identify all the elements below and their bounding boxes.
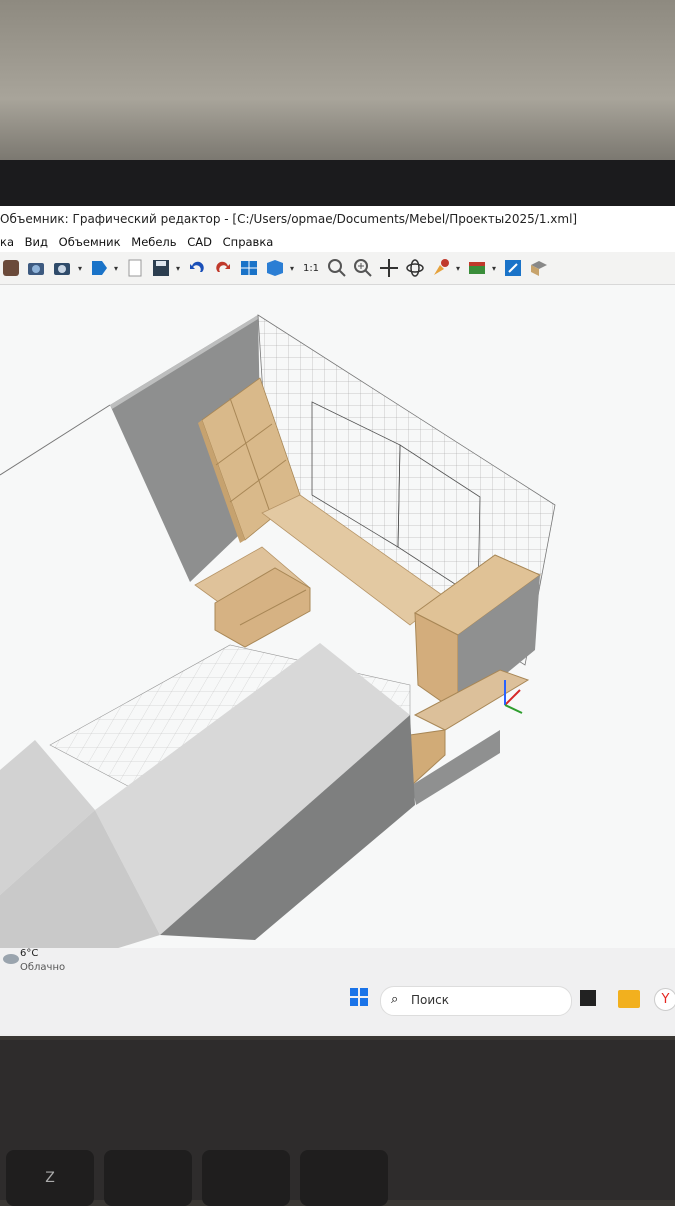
weather-temperature: 6°C [20, 948, 39, 959]
camera-icon[interactable] [26, 257, 48, 279]
menu-item-volume[interactable]: Объемник [59, 235, 121, 249]
terminal-icon[interactable] [580, 990, 596, 1006]
paint-icon[interactable] [430, 257, 452, 279]
menu-item-help[interactable]: Справка [223, 235, 274, 249]
menu-item-file[interactable]: ка [0, 235, 14, 249]
ruler-icon[interactable] [466, 257, 488, 279]
view-grid-icon[interactable] [238, 257, 260, 279]
keyboard-key [104, 1150, 192, 1206]
scene-svg [0, 314, 556, 985]
window-title: Объемник: Графический редактор - [C:/Use… [0, 206, 675, 232]
windows-start-icon[interactable] [348, 986, 370, 1008]
keyboard-row: Z [0, 1150, 675, 1206]
zoom-icon[interactable] [326, 257, 348, 279]
keyboard-key: Z [6, 1150, 94, 1206]
library-icon[interactable] [528, 257, 550, 279]
chevron-down-icon[interactable]: ▾ [176, 264, 182, 273]
chevron-down-icon[interactable]: ▾ [290, 264, 296, 273]
cube-icon[interactable] [0, 257, 22, 279]
chevron-down-icon[interactable]: ▾ [456, 264, 462, 273]
menu-item-cad[interactable]: CAD [187, 235, 212, 249]
chevron-down-icon[interactable]: ▾ [78, 264, 84, 273]
save-icon[interactable] [150, 257, 172, 279]
chevron-down-icon[interactable]: ▾ [492, 264, 498, 273]
search-placeholder: Поиск [411, 993, 450, 1007]
menu-bar: ка Вид Объемник Мебель CAD Справка [0, 232, 675, 252]
main-toolbar: ▾ ▾ ▾ ▾ 1:1 ▾ ▾ [0, 252, 675, 285]
background-room [0, 0, 675, 180]
folder-icon[interactable] [618, 990, 640, 1008]
keyboard-key [202, 1150, 290, 1206]
keyboard-key [300, 1150, 388, 1206]
search-icon: ⌕ [391, 992, 399, 1007]
taskbar: 6°C Облачно ⌕ Поиск Y [0, 948, 675, 1034]
zoom-plus-icon[interactable] [352, 257, 374, 279]
cube-blue-icon[interactable] [264, 257, 286, 279]
cloud-icon [2, 950, 20, 964]
search-box[interactable]: ⌕ Поиск [380, 986, 572, 1016]
shape-icon[interactable] [88, 257, 110, 279]
new-file-icon[interactable] [124, 257, 146, 279]
menu-item-furniture[interactable]: Мебель [131, 235, 176, 249]
undo-icon[interactable] [186, 257, 208, 279]
rotate-icon[interactable] [404, 257, 426, 279]
export-icon[interactable] [502, 257, 524, 279]
camera-multi-icon[interactable] [52, 257, 74, 279]
redo-icon[interactable] [212, 257, 234, 279]
menu-item-view[interactable]: Вид [25, 235, 48, 249]
chevron-down-icon[interactable]: ▾ [114, 264, 120, 273]
app-screen: Объемник: Графический редактор - [C:/Use… [0, 206, 675, 1036]
weather-condition: Облачно [20, 962, 66, 973]
3d-viewport[interactable] [0, 285, 675, 985]
pan-icon[interactable] [378, 257, 400, 279]
yandex-browser-icon[interactable]: Y [654, 988, 675, 1011]
zoom-1to1-icon[interactable]: 1:1 [300, 257, 322, 279]
